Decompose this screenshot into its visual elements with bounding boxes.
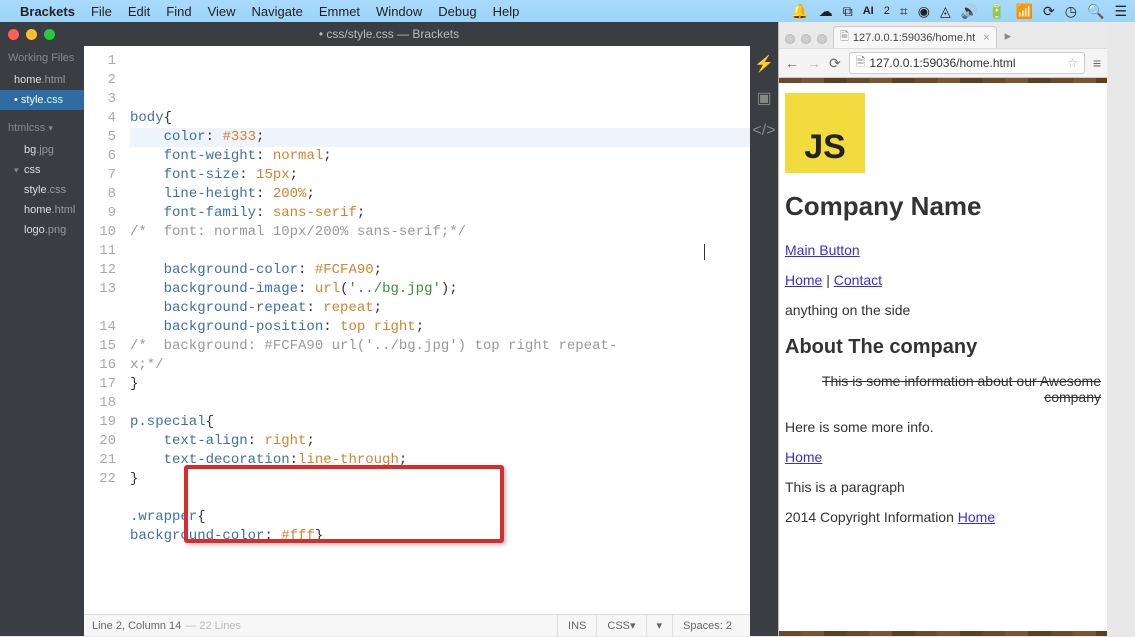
page-icon: 🗎 bbox=[840, 28, 849, 47]
clock-icon[interactable]: ◷ bbox=[1065, 3, 1077, 20]
home-link[interactable]: Home bbox=[785, 449, 822, 465]
chrome-menu-icon[interactable]: ≡ bbox=[1093, 55, 1101, 71]
line-count: — 22 Lines bbox=[185, 620, 241, 632]
tab-title: 127.0.0.1:59036/home.ht bbox=[853, 32, 975, 44]
code-editor[interactable]: 12345678910111213141516171819202122 body… bbox=[84, 46, 750, 614]
nav-home-link[interactable]: Home bbox=[785, 272, 822, 288]
new-tab-icon[interactable]: ▸ bbox=[1005, 28, 1012, 44]
working-files-header: Working Files bbox=[0, 46, 84, 70]
menu-edit[interactable]: Edit bbox=[128, 4, 150, 19]
nav-sep: | bbox=[822, 272, 833, 288]
footer: 2014 Copyright Information Home bbox=[785, 509, 1101, 525]
menu-view[interactable]: View bbox=[208, 4, 236, 19]
bookmark-icon[interactable]: ☆ bbox=[1067, 56, 1078, 70]
wifi-icon[interactable]: 📶 bbox=[1016, 3, 1033, 20]
menu-debug[interactable]: Debug bbox=[438, 4, 476, 19]
extensions-icon[interactable]: ▣ bbox=[756, 88, 771, 108]
browser-viewport[interactable]: JS Company Name Main Button Home | Conta… bbox=[779, 78, 1107, 636]
drive-icon[interactable]: ◬ bbox=[940, 3, 951, 20]
more-info: Here is some more info. bbox=[785, 419, 1101, 435]
page-title: Company Name bbox=[785, 191, 1101, 222]
circle-icon[interactable]: ◉ bbox=[918, 3, 930, 20]
tree-css-folder[interactable]: ▾css bbox=[0, 160, 84, 180]
battery-icon[interactable]: 🔋 bbox=[988, 3, 1005, 20]
tree-home[interactable]: home.html bbox=[0, 200, 84, 220]
menu-icon[interactable]: ☰ bbox=[1114, 3, 1127, 20]
insert-mode[interactable]: INS bbox=[557, 615, 596, 637]
tree-logo[interactable]: logo.png bbox=[0, 220, 84, 240]
address-bar[interactable]: 🗎 127.0.0.1:59036/home.html ☆ bbox=[849, 52, 1085, 74]
search-icon[interactable]: 🔍 bbox=[1087, 3, 1104, 20]
menu-help[interactable]: Help bbox=[493, 4, 520, 19]
volume-icon[interactable]: 🔊 bbox=[961, 3, 978, 20]
cursor-position: Line 2, Column 14 bbox=[92, 620, 181, 632]
menubar-status-icons: 🔔 ☁ ⧉ AI 2 ⌗ ◉ ◬ 🔊 🔋 📶 ⟳ ◷ 🔍 ☰ bbox=[791, 0, 1127, 22]
footer-home-link[interactable]: Home bbox=[958, 509, 995, 525]
brackets-toolbar: ⚡ ▣ </> bbox=[750, 46, 778, 636]
about-heading: About The company bbox=[785, 336, 1101, 359]
tab-close-icon[interactable]: × bbox=[983, 32, 989, 44]
forward-button[interactable]: → bbox=[807, 55, 821, 71]
language-mode[interactable]: CSS ▾ bbox=[596, 615, 645, 637]
tree-bg[interactable]: bg.jpg bbox=[0, 140, 84, 160]
code-content[interactable]: body{ color: #333; font-weight: normal; … bbox=[124, 46, 750, 614]
page-wrapper: JS Company Name Main Button Home | Conta… bbox=[779, 83, 1107, 631]
status-bar: Line 2, Column 14 — 22 Lines INS CSS ▾ ▾… bbox=[84, 614, 750, 636]
code-icon[interactable]: </> bbox=[752, 122, 775, 140]
sync-icon[interactable]: ⟳ bbox=[1043, 3, 1055, 20]
dropbox-icon[interactable]: ⧉ bbox=[843, 3, 853, 20]
brackets-titlebar[interactable]: • css/style.css — Brackets bbox=[0, 22, 778, 46]
text-cursor-icon bbox=[704, 244, 705, 260]
browser-minimize-icon[interactable] bbox=[801, 34, 811, 44]
browser-zoom-icon[interactable] bbox=[817, 34, 827, 44]
menu-app[interactable]: Brackets bbox=[20, 4, 75, 19]
menu-window[interactable]: Window bbox=[376, 4, 422, 19]
close-icon[interactable] bbox=[8, 29, 19, 40]
url-text: 127.0.0.1:59036/home.html bbox=[869, 56, 1015, 70]
menu-file[interactable]: File bbox=[91, 4, 112, 19]
notification-icon[interactable]: 🔔 bbox=[791, 3, 808, 20]
special-paragraph: This is some information about our Aweso… bbox=[785, 373, 1101, 405]
reload-button[interactable]: ⟳ bbox=[829, 55, 841, 72]
line-gutter: 12345678910111213141516171819202122 bbox=[84, 46, 124, 614]
brackets-window: • css/style.css — Brackets Working Files… bbox=[0, 22, 778, 636]
working-file-home[interactable]: home.html bbox=[0, 70, 84, 90]
browser-close-icon[interactable] bbox=[785, 34, 795, 44]
nav-contact-link[interactable]: Contact bbox=[834, 272, 882, 288]
cloud-icon[interactable]: ☁ bbox=[819, 3, 833, 20]
menu-navigate[interactable]: Navigate bbox=[252, 4, 303, 19]
project-header[interactable]: htmlcss ▾ bbox=[0, 116, 84, 140]
plain-paragraph: This is a paragraph bbox=[785, 479, 1101, 495]
browser-tab[interactable]: 🗎 127.0.0.1:59036/home.ht × bbox=[833, 26, 997, 48]
mac-menubar: Brackets File Edit Find View Navigate Em… bbox=[0, 0, 1135, 22]
js-logo: JS bbox=[785, 93, 865, 173]
encoding-mode[interactable]: ▾ bbox=[646, 615, 673, 637]
tree-style[interactable]: style.css bbox=[0, 180, 84, 200]
number-badge[interactable]: 2 bbox=[884, 5, 890, 17]
side-text: anything on the side bbox=[785, 302, 1101, 318]
spaces-setting[interactable]: Spaces: 2 bbox=[672, 615, 742, 637]
zoom-icon[interactable] bbox=[44, 29, 55, 40]
live-preview-icon[interactable]: ⚡ bbox=[754, 54, 774, 74]
working-file-style[interactable]: • style.css bbox=[0, 90, 84, 110]
chrome-window: 🗎 127.0.0.1:59036/home.ht × ▸ ← → ⟳ 🗎 12… bbox=[778, 22, 1107, 636]
brackets-sidebar: Working Files home.html • style.css html… bbox=[0, 46, 84, 636]
back-button[interactable]: ← bbox=[785, 55, 799, 71]
window-title: • css/style.css — Brackets bbox=[319, 27, 459, 41]
minimize-icon[interactable] bbox=[26, 29, 37, 40]
menu-emmet[interactable]: Emmet bbox=[319, 4, 360, 19]
dropbox2-icon[interactable]: ⌗ bbox=[900, 3, 908, 20]
main-button-link[interactable]: Main Button bbox=[785, 242, 860, 258]
ai-icon[interactable]: AI bbox=[863, 5, 874, 17]
page-icon-small: 🗎 bbox=[856, 53, 866, 74]
menu-find[interactable]: Find bbox=[166, 4, 191, 19]
